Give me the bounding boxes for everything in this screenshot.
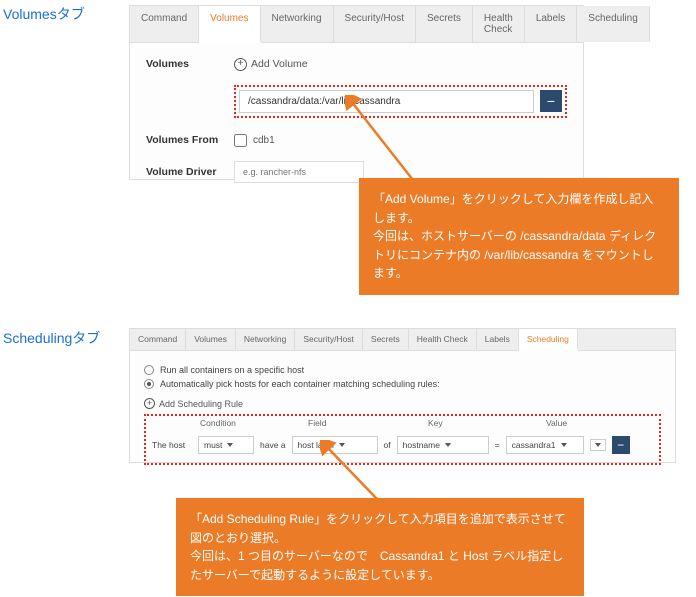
condition-select[interactable]: must <box>198 436 254 454</box>
tab2-command[interactable]: Command <box>130 329 186 350</box>
chevron-down-icon <box>445 443 451 447</box>
rule-prefix: The host <box>152 440 192 450</box>
volumes-row-label: Volumes <box>146 58 234 70</box>
remove-volume-button[interactable]: − <box>540 90 562 112</box>
rule-mid1: have a <box>260 440 286 450</box>
extra-select[interactable] <box>590 439 606 451</box>
tab-healthcheck[interactable]: Health Check <box>473 6 525 42</box>
volumes-from-checkbox[interactable] <box>234 134 247 147</box>
add-volume-button[interactable]: + Add Volume <box>234 58 308 71</box>
scheduling-tab-heading: Schedulingタブ <box>3 328 100 348</box>
callout-volumes: 「Add Volume」をクリックして入力欄を作成し記入します。 今回は、ホスト… <box>359 178 679 295</box>
tab-labels[interactable]: Labels <box>525 6 577 42</box>
chevron-down-icon <box>595 443 601 447</box>
volumes-panel: Command Volumes Networking Security/Host… <box>129 5 584 180</box>
header-key: Key <box>428 418 524 428</box>
tab2-labels[interactable]: Labels <box>477 329 519 350</box>
header-condition: Condition <box>200 418 260 428</box>
scheduling-rule-highlight: Condition Field Key Value The host must … <box>144 414 661 465</box>
callout-volumes-text: 「Add Volume」をクリックして入力欄を作成し記入します。 今回は、ホスト… <box>373 190 665 283</box>
volume-entry-highlight: − <box>234 85 567 118</box>
chevron-down-icon <box>339 443 345 447</box>
add-scheduling-rule-button[interactable]: + Add Scheduling Rule <box>144 398 243 409</box>
volume-path-input[interactable] <box>239 90 534 113</box>
volumes-from-label: Volumes From <box>146 134 234 146</box>
tab-command[interactable]: Command <box>130 6 199 42</box>
header-field: Field <box>308 418 398 428</box>
tab2-networking[interactable]: Networking <box>236 329 296 350</box>
tab-secrets[interactable]: Secrets <box>416 6 473 42</box>
tab2-healthcheck[interactable]: Health Check <box>409 329 477 350</box>
add-scheduling-rule-label: Add Scheduling Rule <box>159 399 243 409</box>
remove-rule-button[interactable]: − <box>612 436 630 454</box>
tab-securityhost[interactable]: Security/Host <box>334 6 416 42</box>
header-value: Value <box>546 418 655 428</box>
field-select[interactable]: host label <box>292 436 378 454</box>
volumes-from-item: cdb1 <box>253 135 275 146</box>
chevron-down-icon <box>561 443 567 447</box>
radio-specific-host[interactable] <box>144 365 154 375</box>
scheduling-panel: Command Volumes Networking Security/Host… <box>129 328 676 463</box>
chevron-down-icon <box>227 443 233 447</box>
callout-scheduling-text: 「Add Scheduling Rule」をクリックして入力項目を追加で表示させ… <box>190 510 570 584</box>
tab2-secrets[interactable]: Secrets <box>363 329 409 350</box>
tab2-securityhost[interactable]: Security/Host <box>295 329 363 350</box>
tab2-scheduling[interactable]: Scheduling <box>519 329 578 351</box>
tab-networking[interactable]: Networking <box>261 6 334 42</box>
tab2-volumes[interactable]: Volumes <box>186 329 236 350</box>
volume-driver-label: Volume Driver <box>146 166 234 178</box>
add-volume-label: Add Volume <box>251 58 308 70</box>
plus-icon: + <box>144 398 155 409</box>
key-select[interactable]: hostname <box>397 436 489 454</box>
volumes-tab-heading: Volumesタブ <box>3 4 85 24</box>
scheduling-tabs: Command Volumes Networking Security/Host… <box>130 329 675 351</box>
radio-specific-host-label: Run all containers on a specific host <box>160 365 304 375</box>
volumes-tabs: Command Volumes Networking Security/Host… <box>130 6 583 43</box>
rule-eq: = <box>495 440 500 450</box>
volume-driver-input[interactable] <box>234 161 364 183</box>
plus-icon: + <box>234 58 247 71</box>
tab-volumes[interactable]: Volumes <box>199 6 260 43</box>
rule-mid2: of <box>384 440 391 450</box>
callout-scheduling: 「Add Scheduling Rule」をクリックして入力項目を追加で表示させ… <box>176 498 584 596</box>
tab-scheduling[interactable]: Scheduling <box>577 6 649 42</box>
value-select[interactable]: cassandra1 <box>506 436 584 454</box>
radio-auto-pick-label: Automatically pick hosts for each contai… <box>160 379 440 389</box>
radio-auto-pick[interactable] <box>144 379 154 389</box>
